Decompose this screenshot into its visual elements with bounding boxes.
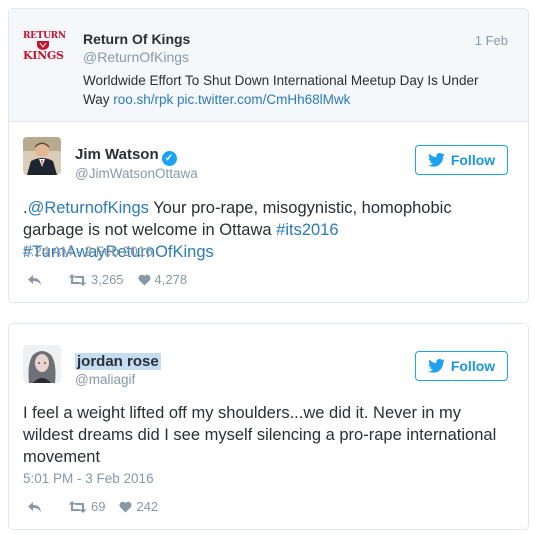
author-handle[interactable]: @maliagif [75, 372, 135, 387]
quoted-author-name[interactable]: Return Of Kings [83, 31, 190, 47]
like-count: 242 [136, 499, 159, 514]
jim-watson-avatar-image [23, 137, 61, 175]
quoted-link-short[interactable]: roo.sh/rpk [113, 92, 173, 107]
return-of-kings-logo[interactable]: RETURN KINGS [23, 31, 66, 71]
author-name-text: Jim Watson [75, 146, 159, 163]
tweet-timestamp[interactable]: 5:01 PM - 3 Feb 2016 [23, 471, 154, 486]
reply-icon [28, 274, 41, 285]
quoted-author-handle[interactable]: @ReturnOfKings [83, 49, 189, 65]
author-name-text-selected: jordan rose [75, 353, 161, 370]
like-button[interactable]: 4,278 [138, 272, 188, 287]
heart-icon [138, 274, 151, 285]
mention-link[interactable]: @ReturnofKings [28, 199, 149, 217]
retweet-count: 69 [91, 499, 106, 514]
logo-bottom-text: KINGS [23, 49, 64, 62]
avatar[interactable] [23, 137, 61, 175]
follow-button[interactable]: Follow [415, 145, 508, 175]
heart-icon [119, 501, 132, 512]
avatar[interactable] [23, 345, 61, 383]
retweet-icon [68, 500, 87, 513]
retweet-icon [68, 273, 87, 286]
reply-icon [28, 501, 41, 512]
jordan-rose-avatar-image [23, 345, 61, 383]
quoted-link-pic[interactable]: pic.twitter.com/CmHh68lMwk [177, 92, 350, 107]
author-name[interactable]: Jim Watson ✓ [75, 146, 177, 166]
hashtag-its2016[interactable]: #its2016 [276, 221, 338, 239]
author-handle[interactable]: @JimWatsonOttawa [75, 166, 198, 181]
quoted-tweet-text: Worldwide Effort To Shut Down Internatio… [83, 71, 503, 109]
follow-label: Follow [450, 152, 496, 168]
reply-button[interactable] [27, 274, 42, 286]
like-count: 4,278 [154, 272, 188, 287]
reply-button[interactable] [27, 501, 42, 513]
retweet-button[interactable]: 3,265 [68, 272, 124, 287]
verified-badge-icon: ✓ [161, 151, 177, 166]
logo-top-text: RETURN [23, 31, 66, 41]
quoted-tweet-date[interactable]: 1 Feb [475, 33, 508, 48]
twitter-bird-icon [427, 153, 445, 167]
tweet-text: I feel a weight lifted off my shoulders.… [23, 404, 497, 466]
follow-label: Follow [450, 358, 496, 374]
author-name[interactable]: jordan rose [75, 353, 161, 370]
twitter-bird-icon [427, 359, 445, 373]
tweet-card-jordan-rose: jordan rose @maliagif Follow I feel a we… [8, 323, 529, 530]
retweet-button[interactable]: 69 [68, 499, 105, 514]
quoted-tweet[interactable]: RETURN KINGS Return Of Kings @ReturnOfKi… [9, 9, 528, 122]
tweet-actions: 3,265 4,278 [27, 272, 187, 287]
like-button[interactable]: 242 [119, 499, 158, 514]
retweet-count: 3,265 [91, 272, 124, 287]
tweet-card-jim-watson: RETURN KINGS Return Of Kings @ReturnOfKi… [8, 8, 529, 303]
follow-button[interactable]: Follow [415, 351, 508, 381]
tweet-actions: 69 242 [27, 499, 158, 514]
tweet-timestamp[interactable]: 5:24 AM - 2 Feb 2016 [23, 244, 153, 259]
